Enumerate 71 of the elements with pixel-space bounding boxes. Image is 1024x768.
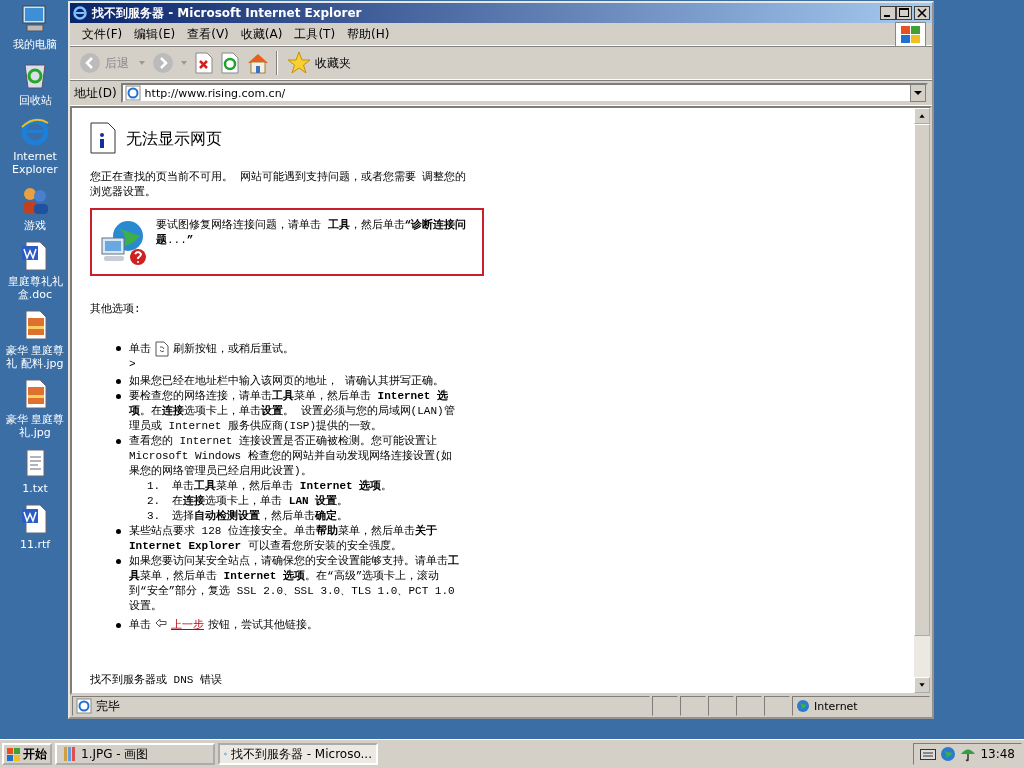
desktop-icon-label[interactable]: 11.rtf: [17, 538, 53, 551]
intro-paragraph: 您正在查找的页当前不可用。 网站可能遇到支持问题，或者您需要 调整您的浏览器设置。: [90, 170, 468, 200]
home-icon[interactable]: [246, 51, 270, 75]
clock-text: 13:48: [980, 747, 1015, 761]
option-text: 如果您要访问某安全站点，请确保您的安全设置能够支持。请单击工具菜单，然后单击 Internet 选项。在“高级”选项卡上，滚动到“安全”部分，复选 SSL 2.0、SSL 3.0、TLS 1.0、PCT 1.0 设置。: [129, 554, 460, 614]
desktop-icon-label[interactable]: 皇庭尊礼礼盒.doc: [0, 275, 70, 301]
info-page-icon: [90, 122, 116, 154]
menu-item[interactable]: 帮助(H): [341, 25, 396, 43]
page-icon: [124, 85, 141, 101]
status-text: 完毕: [96, 697, 120, 715]
stop-icon[interactable]: [194, 52, 214, 74]
windows-logo-icon: [7, 747, 20, 761]
bullet-icon: [116, 623, 121, 628]
option-text: 查看您的 Internet 连接设置是否正确被检测。您可能设置让 Microsoft Windows 检查您的网站并自动发现网络连接设置(如果您的网络管理员已经启用此设置)。: [129, 434, 454, 479]
bullet-icon: [116, 379, 121, 384]
desktop-icon-label[interactable]: 我的电脑: [11, 38, 59, 51]
option-text: 如果您已经在地址栏中输入该网页的地址， 请确认其拼写正确。: [129, 374, 445, 389]
step-number: 1.: [147, 479, 161, 494]
taskbar-button[interactable]: 找不到服务器 - Microso...: [218, 743, 378, 765]
tip-text: 要试图修复网络连接问题，请单击 工具，然后单击“诊断连接问题...”: [156, 218, 468, 248]
menu-item[interactable]: 查看(V): [181, 25, 235, 43]
step-text: 选择自动检测设置，然后单击确定。: [172, 509, 349, 524]
back-link[interactable]: 上一步: [171, 618, 204, 633]
step-text: 在连接选项卡上，单击 LAN 设置。: [172, 494, 349, 509]
error-type-text: 找不到服务器或 DNS 错误: [90, 673, 223, 688]
paintbrush-icon: [61, 746, 77, 762]
desktop-icon-label[interactable]: Internet Explorer: [0, 150, 70, 176]
refresh-page-icon: [155, 341, 169, 357]
options-title: 其他选项:: [90, 302, 142, 317]
start-button[interactable]: 开始: [2, 743, 52, 765]
step-text: 单击工具菜单，然后单击 Internet 选项。: [172, 479, 393, 494]
option-text: 单击: [129, 341, 151, 357]
option-text: 要检查您的网络连接，请单击工具菜单，然后单击 Internet 选项。在连接选项卡上，单击设置。 设置必须与您的局域网(LAN)管理员或 Internet 服务供应商(ISP)提供的一致。: [129, 389, 456, 434]
back-arrow-icon: [155, 618, 167, 628]
security-zone-text: Internet: [814, 699, 858, 713]
bullet-icon: [116, 346, 121, 351]
globe-icon: [796, 699, 810, 713]
taskbar-button[interactable]: 1.JPG - 画图: [55, 743, 215, 765]
desktop-icon-label[interactable]: 回收站: [16, 94, 54, 107]
menu-item[interactable]: 文件(F): [76, 25, 129, 43]
window-title: 找不到服务器 - Microsoft Internet Explorer: [92, 4, 363, 22]
option-text: 刷新按钮，或稍后重试。: [173, 341, 294, 357]
keyboard-icon[interactable]: [920, 748, 937, 760]
star-icon: [287, 51, 311, 75]
option-text: 按钮，尝试其他链接。: [208, 618, 318, 633]
desktop-icon-label[interactable]: 1.txt: [20, 482, 50, 495]
bullet-icon: [116, 559, 121, 564]
step-number: 3.: [147, 509, 161, 524]
minimize-button[interactable]: [880, 6, 896, 20]
page-heading: 无法显示网页: [126, 130, 222, 146]
option-text: 单击: [129, 618, 151, 633]
maximize-button[interactable]: [896, 6, 912, 20]
bullet-icon: [116, 394, 121, 399]
menu-item[interactable]: 编辑(E): [128, 25, 182, 43]
desktop-icon-label[interactable]: 豪华 皇庭尊礼.jpg: [0, 413, 70, 439]
refresh-icon[interactable]: [220, 52, 240, 74]
bullet-icon: [116, 439, 121, 444]
bullet-icon: [116, 529, 121, 534]
address-label: 地址(D): [74, 84, 117, 102]
favorites-button[interactable]: 收藏夹: [284, 49, 354, 77]
page-icon: [76, 698, 92, 714]
dropdown-button[interactable]: [910, 84, 926, 102]
step-number: 2.: [147, 494, 161, 509]
address-field[interactable]: http://www.rising.com.cn/: [120, 83, 928, 103]
close-button[interactable]: [914, 6, 930, 20]
menu-item[interactable]: 工具(T): [288, 25, 342, 43]
option-text: >: [129, 357, 137, 372]
option-text: 某些站点要求 128 位连接安全。单击帮助菜单，然后单击关于 Internet Explorer 可以查看您所安装的安全强度。: [129, 524, 438, 554]
desktop-icon-label[interactable]: 游戏: [22, 219, 48, 232]
menu-item[interactable]: 收藏(A): [234, 25, 289, 43]
desktop-icon-label[interactable]: 豪华 皇庭尊礼 配料.jpg: [0, 344, 70, 370]
